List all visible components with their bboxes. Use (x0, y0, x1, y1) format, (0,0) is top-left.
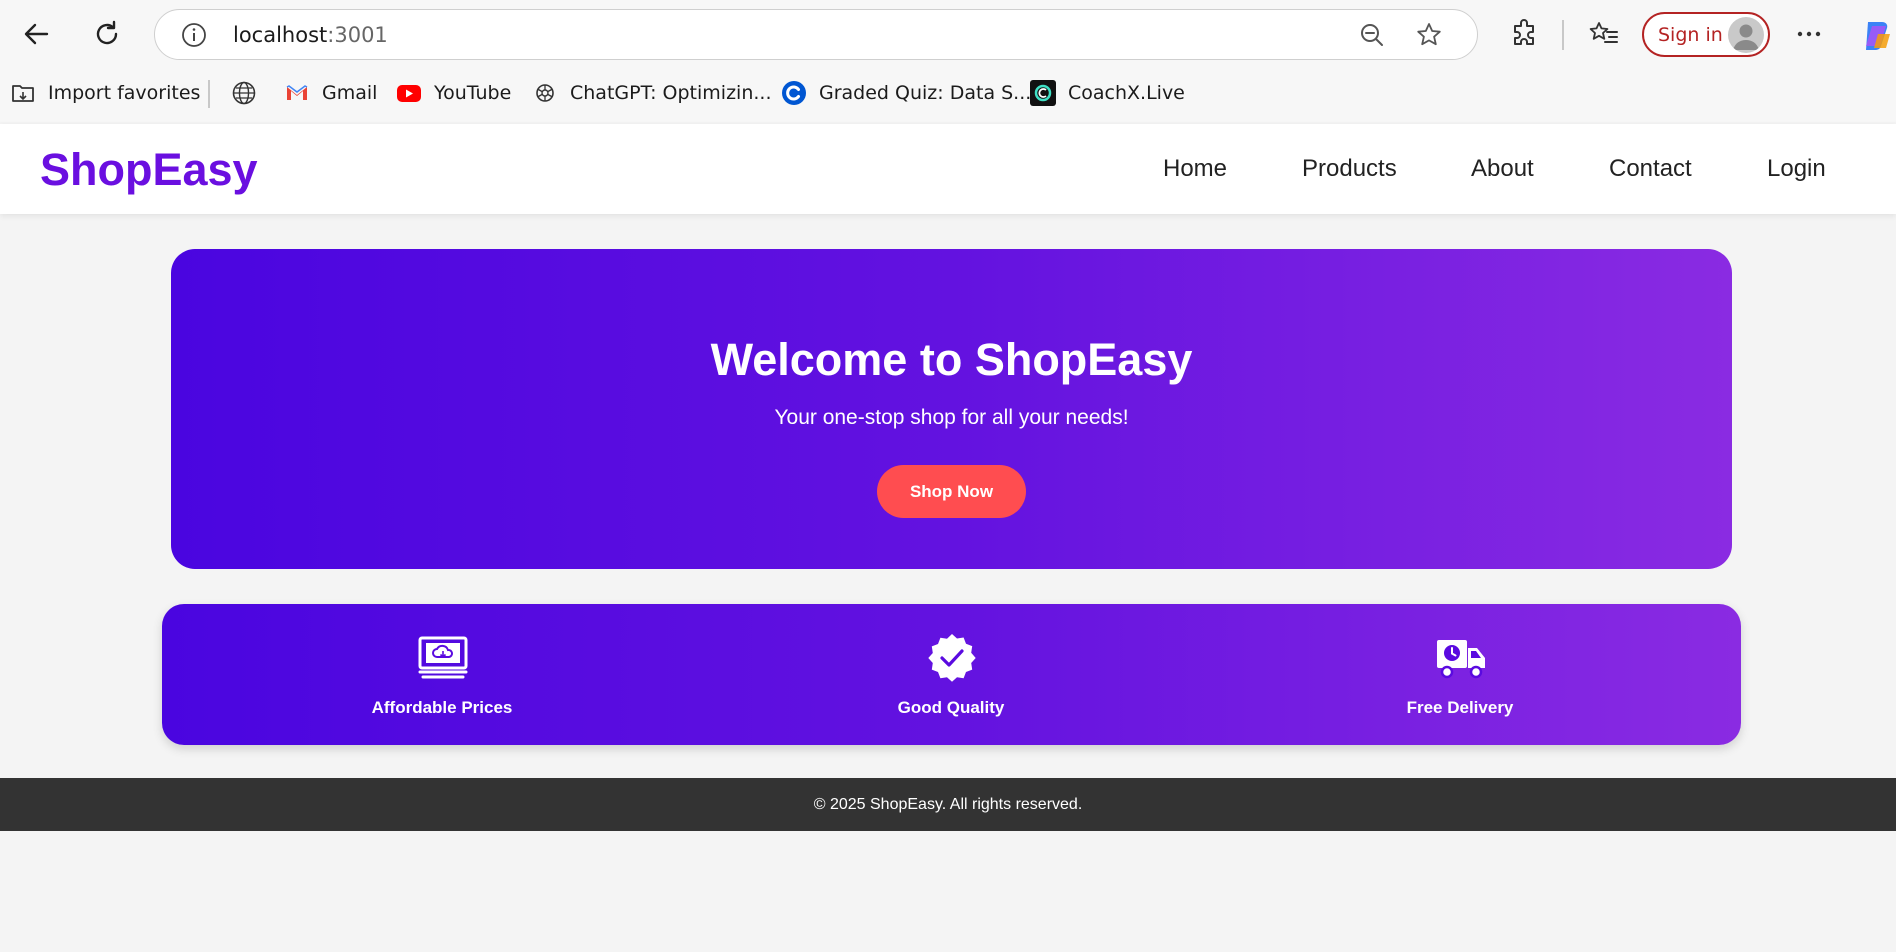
hero-title: Welcome to ShopEasy (710, 334, 1193, 385)
feature-free-delivery: Free Delivery (1310, 604, 1610, 745)
import-favorites-icon (10, 80, 36, 106)
bookmarks-bar: Import favorites Gmail YouTube ChatGPT: … (0, 70, 1896, 122)
bookmarks-divider (208, 80, 210, 108)
bookmark-graded-quiz[interactable]: Graded Quiz: Data S... (781, 70, 1031, 116)
site-footer: © 2025 ShopEasy. All rights reserved. (0, 778, 1896, 831)
nav-link-about[interactable]: About (1471, 155, 1534, 183)
nav-link-home[interactable]: Home (1163, 155, 1227, 183)
browser-toolbar: localhost:3001 Sign in (0, 0, 1896, 70)
copilot-icon[interactable] (1858, 16, 1896, 54)
money-icon (418, 636, 468, 679)
extensions-icon[interactable] (1509, 18, 1541, 50)
coursera-icon (781, 80, 807, 106)
bookmark-import-favorites[interactable]: Import favorites (10, 70, 200, 116)
features-strip: Affordable Prices Good Quality Free Deli… (162, 604, 1741, 745)
site-header: ShopEasy Home Products About Contact Log… (0, 124, 1896, 214)
more-options-icon[interactable] (1793, 18, 1825, 50)
youtube-icon (396, 80, 422, 106)
chatgpt-icon (532, 80, 558, 106)
bookmark-coachx[interactable]: CoachX.Live (1030, 70, 1185, 116)
bookmark-globe[interactable] (231, 70, 269, 116)
bookmark-gmail[interactable]: Gmail (284, 70, 377, 116)
back-arrow-icon (24, 23, 49, 45)
globe-icon (231, 80, 257, 106)
bookmark-chatgpt[interactable]: ChatGPT: Optimizin... (532, 70, 772, 116)
feature-good-quality: Good Quality (801, 604, 1101, 745)
sign-in-label: Sign in (1658, 24, 1723, 46)
feature-affordable-prices: Affordable Prices (292, 604, 592, 745)
refresh-button[interactable] (85, 12, 129, 56)
quality-badge-icon (928, 634, 976, 682)
profile-avatar-icon (1728, 17, 1764, 53)
url-text: localhost:3001 (233, 23, 388, 47)
hero-subtitle: Your one-stop shop for all your needs! (774, 406, 1129, 429)
nav-link-login[interactable]: Login (1767, 155, 1826, 183)
coachx-icon (1030, 80, 1056, 106)
favorite-star-icon[interactable] (1415, 21, 1443, 49)
hero-banner: Welcome to ShopEasy Your one-stop shop f… (171, 249, 1732, 569)
shop-now-button[interactable]: Shop Now (877, 465, 1026, 518)
favorites-list-icon[interactable] (1588, 18, 1620, 50)
site-logo[interactable]: ShopEasy (40, 144, 258, 196)
copyright-text: © 2025 ShopEasy. All rights reserved. (813, 796, 1083, 813)
gmail-icon (284, 80, 310, 106)
toolbar-divider (1562, 20, 1564, 50)
refresh-icon (96, 20, 118, 45)
nav-link-contact[interactable]: Contact (1609, 155, 1692, 183)
back-button[interactable] (14, 12, 58, 56)
site-info-icon[interactable] (181, 22, 207, 48)
delivery-truck-icon (1437, 640, 1485, 679)
zoom-out-icon[interactable] (1358, 21, 1386, 49)
bookmark-youtube[interactable]: YouTube (396, 70, 511, 116)
address-bar[interactable]: localhost:3001 (154, 9, 1478, 60)
sign-in-button[interactable]: Sign in (1642, 12, 1770, 57)
nav-link-products[interactable]: Products (1302, 155, 1397, 183)
